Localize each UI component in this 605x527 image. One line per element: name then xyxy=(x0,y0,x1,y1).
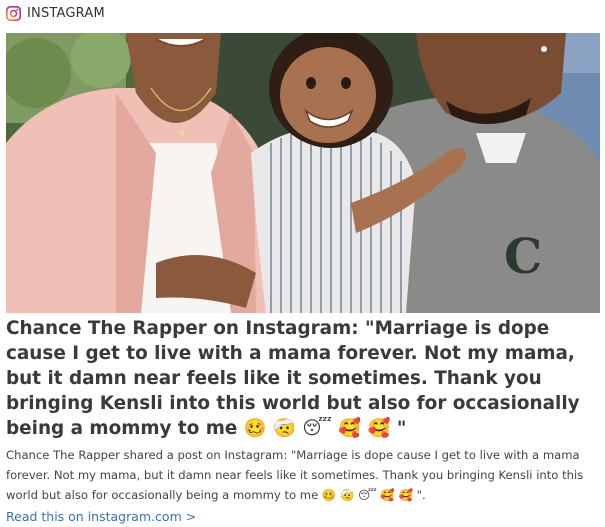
post-image[interactable]: C xyxy=(6,33,600,313)
post-headline[interactable]: Chance The Rapper on Instagram: "Marriag… xyxy=(6,316,600,441)
read-on-instagram-link[interactable]: Read this on instagram.com > xyxy=(6,509,196,524)
source-label: INSTAGRAM xyxy=(27,5,105,21)
svg-text:C: C xyxy=(504,229,542,285)
instagram-icon xyxy=(5,5,22,21)
source-bar[interactable]: INSTAGRAM xyxy=(5,4,105,22)
instagram-embed-card: INSTAGRAM C Chance The Rapper on Instagr… xyxy=(0,0,605,527)
post-description: Chance The Rapper shared a post on Insta… xyxy=(6,448,584,502)
